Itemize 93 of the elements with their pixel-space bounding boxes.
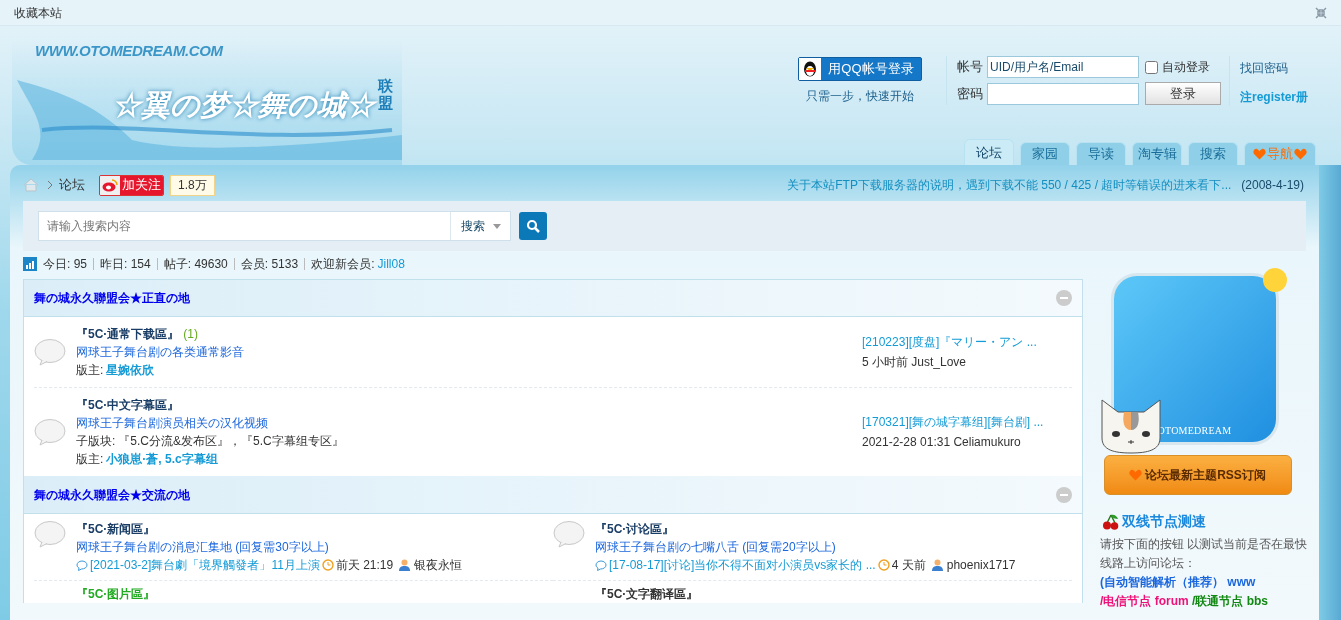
forum-description: 网球王子舞台剧の各类通常影音 xyxy=(76,344,245,361)
moderator-link[interactable]: 小狼崽·蒼, 5.c字幕组 xyxy=(106,450,218,468)
last-post-info: 5 小时前 Just_Love xyxy=(862,354,968,371)
last-post-link[interactable]: [170321][舞の城字幕组][舞台剧] ... xyxy=(862,412,1072,432)
separator-text: ， xyxy=(229,433,242,450)
password-field[interactable] xyxy=(986,82,1139,105)
forum-title[interactable]: 『5C·文字翻译區』 xyxy=(595,585,699,603)
forgot-password-link[interactable]: 找回密码 xyxy=(1239,59,1308,77)
nav-tab[interactable]: 导读 xyxy=(1076,142,1126,165)
weibo-icon xyxy=(100,175,120,195)
logo-url-text: WWW.OTOMEDREAM.COM xyxy=(35,41,223,61)
comment-icon xyxy=(76,559,88,571)
chevron-icon xyxy=(47,180,53,190)
auto-login-label: 自动登录 xyxy=(1161,59,1210,76)
new-post-count: (1) xyxy=(183,327,198,341)
stat-text: 会员: 5133 xyxy=(240,256,299,273)
cherry-icon xyxy=(1103,513,1119,530)
auto-login-checkbox[interactable] xyxy=(1144,60,1158,74)
forum-title[interactable]: 『5C·讨论區』 xyxy=(595,520,1016,538)
clock-icon xyxy=(877,559,890,571)
qq-hint-text: 只需一步，快速开始 xyxy=(805,88,914,105)
last-post-user[interactable]: phoenix1717 xyxy=(946,556,1016,574)
comment-icon xyxy=(595,559,607,571)
nav-tab[interactable]: 淘专辑 xyxy=(1132,142,1182,165)
bookmark-link[interactable]: 收藏本站 xyxy=(14,3,62,22)
user-icon xyxy=(931,559,943,571)
forum-title[interactable]: 『5C·中文字幕區』 xyxy=(76,398,180,412)
moderator-link[interactable]: 星婉依欣 xyxy=(106,361,155,379)
collapse-icon[interactable] xyxy=(1056,290,1072,306)
nav-tab[interactable]: 搜索 xyxy=(1188,142,1238,165)
clock-icon xyxy=(321,559,334,571)
forum-description: 网球王子舞台剧演员相关の汉化视频 xyxy=(76,415,269,432)
stat-text: 帖子: 49630 xyxy=(163,256,228,273)
penguin-icon xyxy=(798,58,821,80)
forum-description: 网球王子舞台剧の七嘴八舌 (回复需20字以上) xyxy=(595,539,837,556)
password-label: 密码 xyxy=(956,84,983,103)
badge-brand-text: OTOMEDREAM xyxy=(1157,424,1232,438)
heart-icon xyxy=(1294,148,1307,160)
last-post-time: 4 天前 xyxy=(891,557,926,574)
forum-description: 网球王子舞台剧の消息汇集地 (回复需30字以上) xyxy=(76,539,330,556)
heart-icon xyxy=(1129,469,1143,481)
moderator-label: 版主: xyxy=(76,362,104,379)
moderator-label: 版主: xyxy=(76,451,104,468)
stat-text: 今日: 95 xyxy=(43,256,87,273)
user-icon xyxy=(399,559,411,571)
follower-count: 1.8万 xyxy=(170,174,215,196)
search-field[interactable]: 请输入搜索内容 搜索 xyxy=(38,211,511,241)
last-post-link[interactable]: [2021-03-2]舞台劇「境界觸發者」11月上演 xyxy=(90,556,320,574)
forum-title[interactable]: 『5C·新闻區』 xyxy=(76,520,463,538)
logo-suffix-text: 联盟 xyxy=(378,78,394,111)
node-link[interactable]: /电信节点 forum xyxy=(1100,594,1189,608)
section-title[interactable]: 舞の城永久聯盟会★正直の地 xyxy=(34,289,190,307)
announcement-date: (2008-4-19) xyxy=(1241,177,1304,194)
account-field[interactable]: UID/用户名/Email xyxy=(986,56,1139,78)
last-post-link[interactable]: [17-08-17][讨论]当你不得不面对小演员vs家长的 ... xyxy=(609,556,876,574)
section-title[interactable]: 舞の城永久聯盟会★交流の地 xyxy=(34,485,190,504)
speech-bubble-icon xyxy=(34,338,66,366)
node-link[interactable]: (自动智能解析（推荐） www xyxy=(1100,575,1256,589)
last-post-time: 前天 21:19 xyxy=(335,557,394,574)
forum-title[interactable]: 『5C·通常下载區』 xyxy=(76,327,180,341)
bar-chart-icon xyxy=(23,257,37,271)
speed-test-text: 请按下面的按钮 以测试当前是否在最快线路上访问论坛： (自动智能解析（推荐） www /电信节点 forum /联通节点 bbs xyxy=(1100,536,1309,610)
speech-bubble-icon xyxy=(553,520,585,548)
qq-login-button[interactable]: 用QQ帐号登录 xyxy=(797,57,922,81)
search-button[interactable] xyxy=(519,212,547,240)
subforum-link[interactable]: 『5.C分流&发布区』 xyxy=(118,432,230,450)
subforum-link[interactable]: 『5.C字幕组专区』 xyxy=(241,432,344,450)
speech-bubble-icon xyxy=(34,520,66,548)
collapse-icon[interactable] xyxy=(1315,6,1327,19)
rss-subscribe-button[interactable]: 论坛最新主题RSS订阅 xyxy=(1103,455,1292,495)
login-button[interactable]: 登录 xyxy=(1144,82,1221,105)
last-post-link[interactable]: [210223][度盘]『マリー・アン ... xyxy=(862,332,1072,352)
breadcrumb-link[interactable]: 论坛 xyxy=(59,175,85,195)
last-post-user[interactable]: 银夜永恒 xyxy=(414,556,463,574)
account-label: 帐号 xyxy=(956,58,983,77)
node-link[interactable]: /联通节点 bbs xyxy=(1192,594,1269,608)
subforum-label: 子版块: xyxy=(76,433,116,450)
speech-bubble-icon xyxy=(34,418,66,446)
last-post-info: 2021-2-28 01:31 Celiamukuro xyxy=(862,434,1022,451)
stat-text: 欢迎新会员: xyxy=(311,256,375,273)
new-member-link[interactable]: Jill08 xyxy=(377,255,405,273)
search-icon xyxy=(526,219,540,233)
search-scope-dropdown[interactable]: 搜索 xyxy=(450,212,510,240)
collapse-icon[interactable] xyxy=(1056,486,1072,503)
stat-text: 昨日: 154 xyxy=(100,256,151,273)
home-icon[interactable] xyxy=(23,178,39,192)
nav-tab[interactable]: 论坛 xyxy=(964,139,1014,165)
nav-tab[interactable]: 家园 xyxy=(1020,142,1070,165)
caret-icon xyxy=(492,223,501,229)
forum-title[interactable]: 『5C·图片區』 xyxy=(76,585,156,603)
heart-icon xyxy=(1253,148,1266,160)
weibo-follow-button[interactable]: 加关注 xyxy=(99,174,164,196)
speed-test-title: 双线节点测速 xyxy=(1122,512,1206,531)
